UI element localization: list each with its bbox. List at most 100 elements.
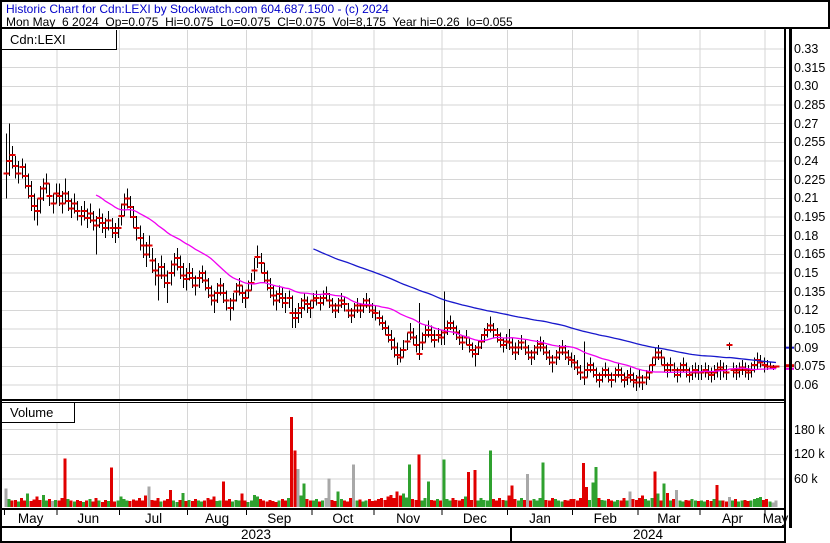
close-tick xyxy=(376,316,383,319)
close-tick xyxy=(581,376,588,379)
volume-bar xyxy=(200,501,204,507)
close-tick xyxy=(174,257,181,260)
volume-bar xyxy=(668,500,672,507)
close-tick xyxy=(438,336,445,339)
volume-bar xyxy=(569,499,573,507)
close-tick xyxy=(56,194,63,197)
close-tick xyxy=(630,379,637,382)
volume-bar xyxy=(373,500,377,507)
close-tick xyxy=(105,219,112,222)
price-axis-label: 0.21 xyxy=(794,191,819,206)
volume-bar xyxy=(106,501,110,507)
volume-bar xyxy=(144,495,148,507)
close-tick xyxy=(394,354,401,357)
close-tick xyxy=(133,227,140,230)
volume-bar xyxy=(318,501,322,507)
close-tick xyxy=(531,351,538,354)
volume-bar xyxy=(265,501,269,507)
close-tick xyxy=(214,291,221,294)
volume-bar xyxy=(485,500,489,507)
volume-bar xyxy=(97,500,101,507)
close-tick xyxy=(317,301,324,304)
volume-bar xyxy=(401,493,405,507)
volume-bar xyxy=(395,491,399,507)
close-tick xyxy=(621,379,628,382)
volume-axis-label: 180 k xyxy=(794,422,825,437)
close-tick xyxy=(391,346,398,349)
close-tick xyxy=(671,369,678,372)
close-tick xyxy=(525,351,532,354)
volume-bar xyxy=(609,500,613,507)
close-tick xyxy=(633,381,640,384)
close-tick xyxy=(652,356,659,359)
volume-bar xyxy=(491,499,495,507)
close-tick xyxy=(242,296,249,299)
volume-bar xyxy=(498,497,502,507)
close-tick xyxy=(444,326,451,329)
close-tick xyxy=(118,214,125,217)
volume-bottom-border xyxy=(2,508,784,510)
close-tick xyxy=(677,369,684,372)
stock-chart-window: Cdn:LEXI Volume 0.33 0.315 0.30 0.285 0.27 0.… xyxy=(0,0,830,543)
price-bars xyxy=(3,123,780,392)
close-tick xyxy=(115,227,122,230)
volume-bar xyxy=(355,500,359,507)
volume-bar xyxy=(237,500,241,507)
volume-bar xyxy=(578,497,582,507)
volume-bar xyxy=(706,499,710,507)
close-tick xyxy=(643,376,650,379)
volume-bar xyxy=(91,501,95,507)
volume-bar xyxy=(336,491,340,507)
close-tick xyxy=(683,369,690,372)
volume-bar xyxy=(690,499,694,507)
month-label-jan: Jan xyxy=(529,511,551,526)
volume-bar xyxy=(771,502,775,507)
volume-bar xyxy=(603,500,607,507)
volume-bar xyxy=(116,500,120,507)
volume-bar xyxy=(538,498,542,507)
volume-bar xyxy=(346,501,350,507)
quote-info-line: Mon May 6 2024 Op=0.075 Hi=0.075 Lo=0.07… xyxy=(6,15,513,29)
volume-bar xyxy=(262,500,266,507)
close-tick xyxy=(509,346,516,349)
volume-bar xyxy=(47,499,51,507)
volume-bar xyxy=(637,497,641,507)
volume-bar xyxy=(383,499,387,507)
close-tick xyxy=(59,202,66,205)
price-axis-label: 0.27 xyxy=(794,116,819,131)
close-tick xyxy=(310,299,317,302)
close-tick xyxy=(78,214,85,217)
close-tick xyxy=(723,371,730,374)
volume-bar xyxy=(358,499,362,507)
close-tick xyxy=(596,379,603,382)
volume-bar xyxy=(274,501,278,507)
symbol-label: Cdn:LEXI xyxy=(10,32,66,47)
volume-bar xyxy=(10,500,14,507)
volume-bar xyxy=(7,499,11,507)
volume-bar xyxy=(305,499,309,507)
pane-separator xyxy=(2,399,784,401)
price-axis-label: 0.255 xyxy=(794,135,826,150)
close-tick xyxy=(112,232,119,235)
close-tick xyxy=(9,153,16,156)
volume-bar xyxy=(405,497,409,507)
volume-bar xyxy=(333,501,337,507)
volume-bar xyxy=(169,489,173,507)
close-tick xyxy=(273,299,280,302)
volume-bar xyxy=(731,500,735,507)
volume-bar xyxy=(457,500,461,507)
volume-bar xyxy=(724,501,728,507)
volume-bar xyxy=(737,501,741,507)
volume-bar xyxy=(100,501,104,507)
volume-bar xyxy=(314,499,318,507)
close-tick xyxy=(639,381,646,384)
volume-bar xyxy=(38,499,42,507)
price-axis-label: 0.315 xyxy=(794,60,826,75)
volume-bar xyxy=(479,498,483,507)
close-tick xyxy=(121,203,128,206)
volume-bar xyxy=(209,499,213,507)
close-tick xyxy=(307,306,314,309)
volume-bar xyxy=(277,500,281,507)
close-tick xyxy=(475,346,482,349)
month-label-oct: Oct xyxy=(332,511,354,526)
